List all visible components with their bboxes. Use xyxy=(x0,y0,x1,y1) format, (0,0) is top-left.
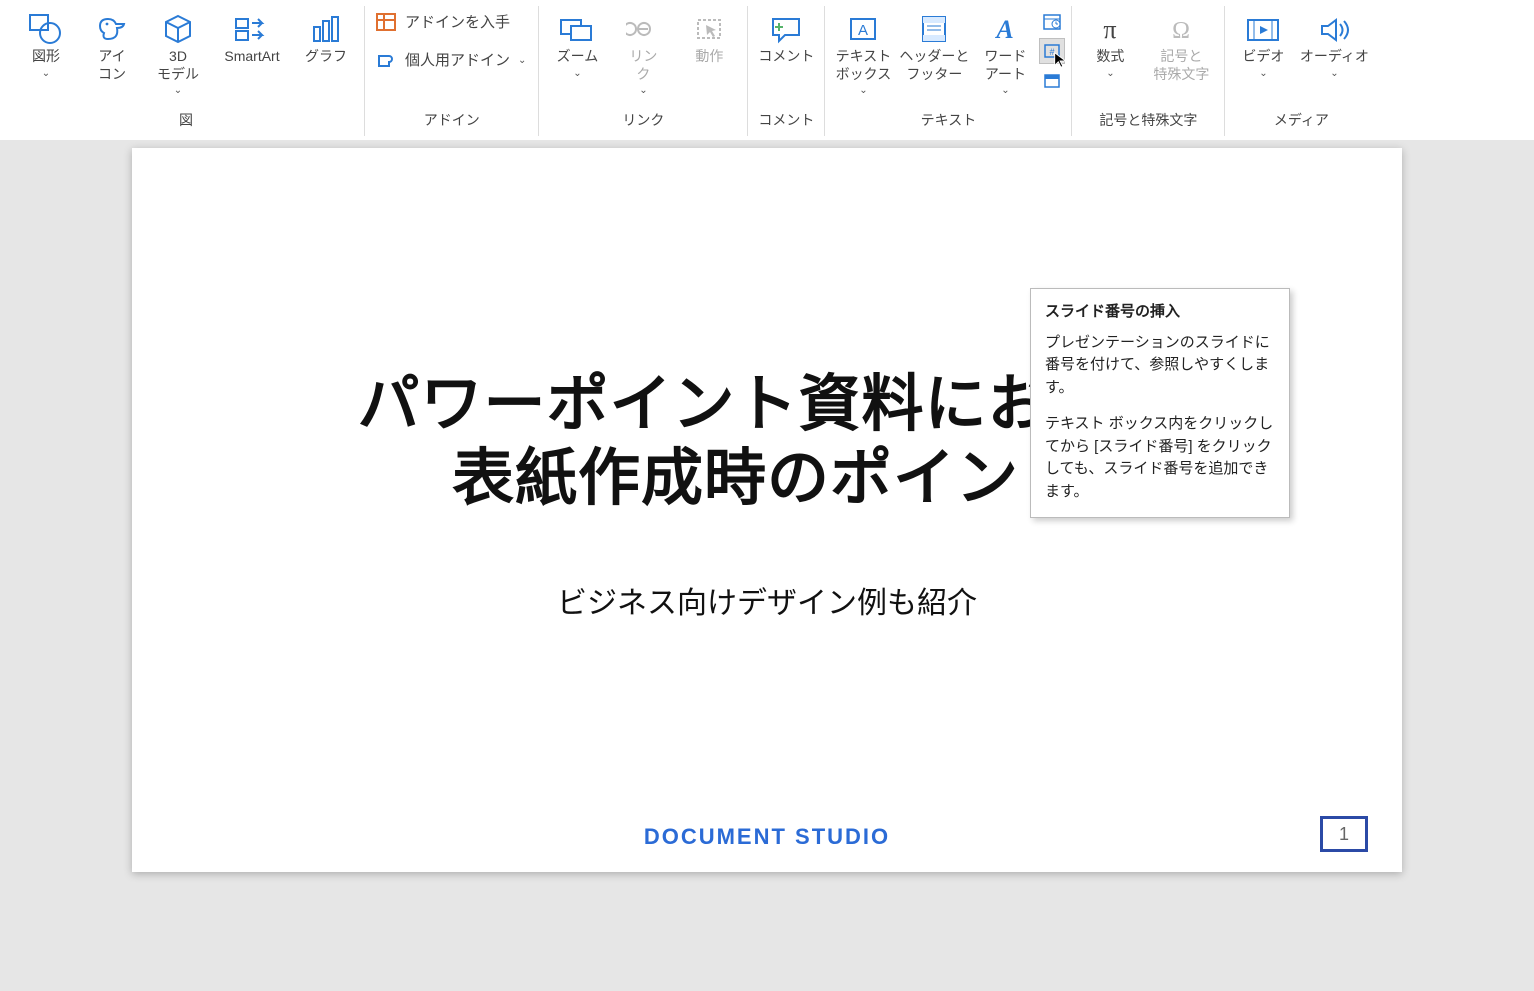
my-addins-button[interactable]: 個人用アドイン ⌄ xyxy=(375,50,526,70)
shapes-button[interactable]: 図形 ⌄ xyxy=(14,6,78,98)
pi-icon: π xyxy=(1090,10,1130,48)
group-links-label: リンク xyxy=(622,106,664,136)
slide-canvas-area: パワーポイント資料における 表紙作成時のポイント ビジネス向けデザイン例も紹介 … xyxy=(0,140,1534,991)
video-button[interactable]: ビデオ ⌄ xyxy=(1231,6,1295,98)
icons-button[interactable]: アイ コン xyxy=(80,6,144,98)
chart-icon xyxy=(306,10,346,48)
action-icon xyxy=(689,10,729,48)
chevron-down-icon: ⌄ xyxy=(639,85,647,98)
shapes-icon xyxy=(26,10,66,48)
wordart-button[interactable]: A ワード アート ⌄ xyxy=(973,6,1037,98)
wordart-label: ワード アート xyxy=(984,48,1026,83)
textbox-button[interactable]: A テキスト ボックス ⌄ xyxy=(831,6,895,98)
svg-text:Ω: Ω xyxy=(1172,18,1190,44)
chart-button[interactable]: グラフ xyxy=(294,6,358,98)
comment-icon xyxy=(766,10,806,48)
3dmodels-button[interactable]: 3D モデル ⌄ xyxy=(146,6,210,98)
slide-page-number-value: 1 xyxy=(1339,824,1349,845)
comment-label: コメント xyxy=(758,48,814,66)
chevron-down-icon: ⌄ xyxy=(1106,68,1114,81)
my-addins-label: 個人用アドイン xyxy=(405,53,510,68)
slide-page-number: 1 xyxy=(1320,816,1368,852)
object-button[interactable] xyxy=(1039,68,1065,94)
shapes-label: 図形 xyxy=(32,48,60,66)
group-links: ズーム ⌄ リン ク ⌄ 動作 リンク xyxy=(539,6,748,136)
tooltip-slide-number: スライド番号の挿入 プレゼンテーションのスライドに番号を付けて、参照しやすくしま… xyxy=(1030,288,1290,518)
svg-text:A: A xyxy=(995,15,1014,44)
omega-icon: Ω xyxy=(1161,10,1201,48)
headerfooter-icon xyxy=(914,10,954,48)
tooltip-paragraph-2: テキスト ボックス内をクリックしてから [スライド番号] をクリックしても、スラ… xyxy=(1045,413,1275,503)
slide-subtitle: ビジネス向けデザイン例も紹介 xyxy=(557,578,977,622)
action-button[interactable]: 動作 xyxy=(677,6,741,98)
group-addins: アドインを入手 個人用アドイン ⌄ アドイン xyxy=(365,6,539,136)
3dmodels-label: 3D モデル xyxy=(157,48,199,83)
equation-label: 数式 xyxy=(1096,48,1124,66)
symbol-button[interactable]: Ω 記号と 特殊文字 xyxy=(1144,6,1218,98)
group-text-label: テキスト xyxy=(921,106,977,136)
link-label: リン ク xyxy=(629,48,657,83)
group-text: A テキスト ボックス ⌄ ヘッダーと フッター A ワード アート ⌄ xyxy=(825,6,1072,136)
equation-button[interactable]: π 数式 ⌄ xyxy=(1078,6,1142,98)
date-time-button[interactable] xyxy=(1039,8,1065,34)
get-addins-label: アドインを入手 xyxy=(405,15,510,30)
group-media: ビデオ ⌄ オーディオ ⌄ メディア xyxy=(1225,6,1377,136)
audio-button[interactable]: オーディオ ⌄ xyxy=(1297,6,1371,98)
get-addins-button[interactable]: アドインを入手 xyxy=(375,12,526,32)
puzzle-icon xyxy=(375,50,397,70)
smartart-button[interactable]: SmartArt xyxy=(212,6,292,98)
textbox-icon: A xyxy=(843,10,883,48)
chevron-down-icon: ⌄ xyxy=(1330,68,1338,81)
svg-text:A: A xyxy=(858,22,868,39)
tooltip-title: スライド番号の挿入 xyxy=(1045,301,1275,324)
tooltip-paragraph-1: プレゼンテーションのスライドに番号を付けて、参照しやすくします。 xyxy=(1045,332,1275,400)
store-icon xyxy=(375,12,397,32)
group-addins-label: アドイン xyxy=(424,106,480,136)
chevron-down-icon: ⌄ xyxy=(1259,68,1267,81)
audio-icon xyxy=(1314,10,1354,48)
link-icon xyxy=(623,10,663,48)
link-button[interactable]: リン ク ⌄ xyxy=(611,6,675,98)
group-symbols: π 数式 ⌄ Ω 記号と 特殊文字 記号と特殊文字 xyxy=(1072,6,1225,136)
smartart-icon xyxy=(232,10,272,48)
chevron-down-icon: ⌄ xyxy=(518,56,526,66)
chevron-down-icon: ⌄ xyxy=(1001,85,1009,98)
chevron-down-icon: ⌄ xyxy=(42,68,50,81)
slide-footer-logo: DOCUMENT STUDIO xyxy=(132,824,1402,850)
zoom-icon xyxy=(557,10,597,48)
cursor-icon xyxy=(1052,51,1070,69)
group-illustrations: 図形 ⌄ アイ コン 3D モデル ⌄ SmartArt xyxy=(8,6,365,136)
chevron-down-icon: ⌄ xyxy=(859,85,867,98)
wordart-icon: A xyxy=(985,10,1025,48)
group-symbols-label: 記号と特殊文字 xyxy=(1099,106,1197,136)
textbox-label: テキスト ボックス xyxy=(836,48,892,83)
smartart-label: SmartArt xyxy=(224,48,279,66)
video-icon xyxy=(1243,10,1283,48)
video-label: ビデオ xyxy=(1242,48,1284,66)
headerfooter-label: ヘッダーと フッター xyxy=(899,48,969,83)
ribbon-insert-tab: 図形 ⌄ アイ コン 3D モデル ⌄ SmartArt xyxy=(0,0,1534,140)
chevron-down-icon: ⌄ xyxy=(174,85,182,98)
chart-label: グラフ xyxy=(305,48,347,66)
icons-label: アイ コン xyxy=(98,48,126,83)
slide-number-button[interactable]: # xyxy=(1039,38,1065,64)
cube-icon xyxy=(158,10,198,48)
zoom-label: ズーム xyxy=(557,48,599,66)
headerfooter-button[interactable]: ヘッダーと フッター xyxy=(897,6,971,98)
comment-button[interactable]: コメント xyxy=(754,6,818,98)
group-illustrations-label: 図 xyxy=(179,106,193,136)
object-icon xyxy=(1042,71,1062,91)
group-comments: コメント コメント xyxy=(748,6,825,136)
group-comments-label: コメント xyxy=(758,106,814,136)
datetime-icon xyxy=(1042,11,1062,31)
action-label: 動作 xyxy=(695,48,723,66)
duck-icon xyxy=(92,10,132,48)
svg-text:π: π xyxy=(1104,15,1117,44)
chevron-down-icon: ⌄ xyxy=(573,68,581,81)
group-media-label: メディア xyxy=(1274,106,1329,136)
text-mini-column: # xyxy=(1039,6,1065,94)
symbol-label: 記号と 特殊文字 xyxy=(1153,48,1209,83)
zoom-button[interactable]: ズーム ⌄ xyxy=(545,6,609,98)
audio-label: オーディオ xyxy=(1300,48,1369,66)
